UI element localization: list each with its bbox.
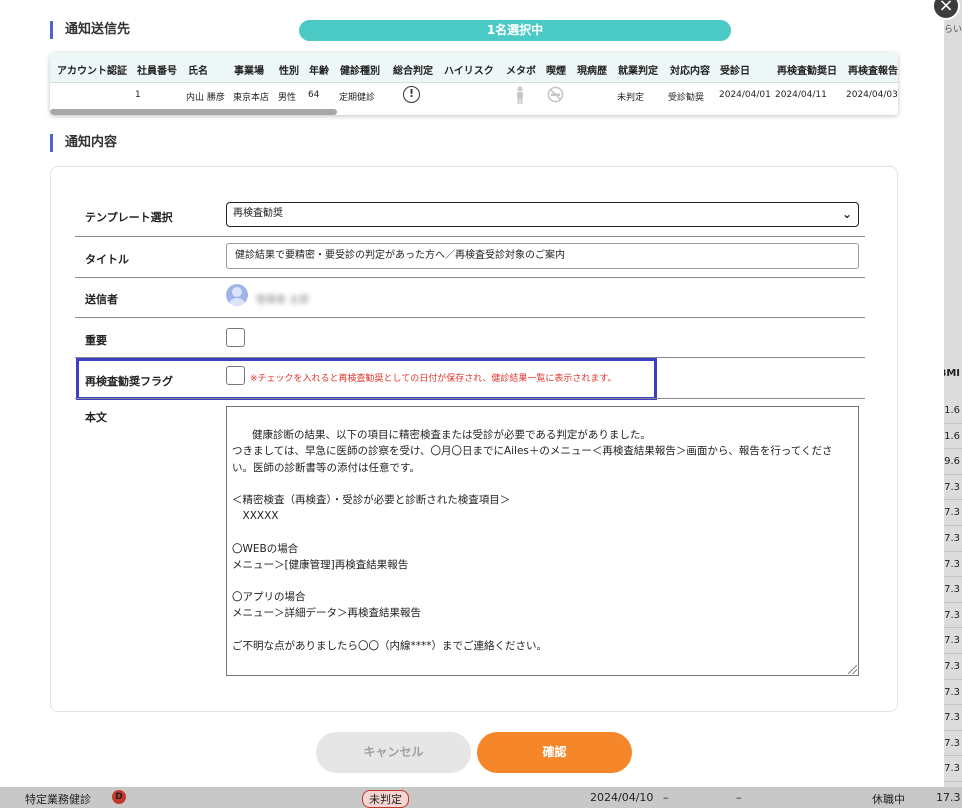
bmi-cell: 7.3 bbox=[942, 526, 962, 552]
column-header[interactable]: 健診種別 bbox=[340, 62, 380, 77]
recipients-table: アカウント認証 社員番号 氏名 事業場 性別 年齢 健診種別 総合判定 ハイリス… bbox=[50, 53, 898, 115]
recipients-section-title: 通知送信先 bbox=[50, 21, 130, 39]
bmi-cell: 7.3 bbox=[942, 577, 962, 603]
bmi-cell: 1.6 bbox=[942, 424, 962, 450]
divider bbox=[75, 398, 865, 399]
title-input[interactable]: 健診結果で要精密・要受診の判定があった方へ／再検査受診対象のご案内 bbox=[226, 243, 859, 269]
alert-icon: ! bbox=[403, 86, 420, 103]
column-header[interactable]: 総合判定 bbox=[393, 62, 433, 77]
background-bmi-column: 1.6 1.6 9.6 7.3 7.3 7.3 7.3 7.3 7.3 7.3 … bbox=[942, 398, 962, 782]
body-text: 健康診断の結果、以下の項目に精密検査または受診が必要である判定がありました。 つ… bbox=[232, 429, 833, 652]
bg-dash: – bbox=[663, 791, 669, 804]
column-header[interactable]: 現病歴 bbox=[577, 62, 607, 77]
horizontal-scrollbar[interactable] bbox=[50, 109, 337, 115]
bmi-cell: 7.3 bbox=[942, 756, 962, 782]
sender-label: 送信者 bbox=[85, 293, 118, 306]
column-header[interactable]: 氏名 bbox=[188, 62, 208, 77]
background-bottom-row: 特定業務健診 D 未判定 2024/04/10 – – 休職中 17.3 bbox=[0, 787, 962, 808]
bmi-cell: 7.3 bbox=[942, 705, 962, 731]
cell-recheck-date: 2024/04/11 bbox=[775, 90, 827, 100]
important-label: 重要 bbox=[85, 334, 107, 347]
resize-handle-icon[interactable] bbox=[848, 665, 857, 674]
cell-gender: 男性 bbox=[278, 93, 297, 103]
notification-modal: 通知送信先 1名選択中 アカウント認証 社員番号 氏名 事業場 性別 年齢 健診… bbox=[0, 0, 944, 787]
chevron-down-icon: ⌄ bbox=[841, 207, 852, 221]
bg-bmi: 17.3 bbox=[936, 791, 961, 804]
bg-exam-name: 特定業務健診 bbox=[25, 793, 91, 806]
column-header[interactable]: 年齢 bbox=[309, 62, 329, 77]
recheck-flag-note: ※チェックを入れると再検査勧奨としての日付が保存され、健診結果一覧に表示されます… bbox=[250, 374, 617, 384]
template-label: テンプレート選択 bbox=[85, 211, 173, 224]
recheck-flag-label: 再検査勧奨フラグ bbox=[85, 375, 173, 388]
divider bbox=[75, 236, 865, 237]
cell-work-judgement: 未判定 bbox=[617, 93, 645, 103]
column-header[interactable]: 再検査報告 bbox=[848, 62, 898, 77]
avatar bbox=[226, 284, 248, 306]
column-header[interactable]: 事業場 bbox=[234, 62, 264, 77]
no-smoking-icon bbox=[547, 86, 564, 103]
selected-count-badge: 1名選択中 bbox=[299, 20, 731, 41]
bmi-cell: 7.3 bbox=[942, 500, 962, 526]
bmi-cell: 7.3 bbox=[942, 680, 962, 706]
divider bbox=[75, 277, 865, 278]
title-label: タイトル bbox=[85, 253, 129, 266]
body-label: 本文 bbox=[85, 411, 107, 424]
cancel-button[interactable]: キャンセル bbox=[316, 732, 471, 773]
person-icon bbox=[517, 86, 523, 104]
cell-name: 内山 勝彦 bbox=[186, 93, 225, 103]
sender-name: 管理者 太郎 bbox=[256, 295, 310, 306]
bmi-cell: 7.3 bbox=[942, 628, 962, 654]
cell-action: 受診勧奨 bbox=[668, 93, 705, 103]
content-section-title: 通知内容 bbox=[50, 134, 117, 152]
cell-recheck-report: 2024/04/03 bbox=[846, 90, 898, 100]
bmi-cell: 7.3 bbox=[942, 603, 962, 629]
notification-form: テンプレート選択 再検査勧奨 ⌄ タイトル 健診結果で要精密・要受診の判定があっ… bbox=[50, 166, 898, 712]
bg-leave-status: 休職中 bbox=[872, 793, 905, 806]
column-header[interactable]: 社員番号 bbox=[137, 62, 177, 77]
bg-date: 2024/04/10 bbox=[590, 791, 654, 804]
column-header[interactable]: メタボ bbox=[506, 62, 536, 77]
column-header[interactable]: 就業判定 bbox=[618, 62, 658, 77]
cell-exam-date: 2024/04/01 bbox=[719, 90, 771, 100]
bmi-cell: 7.3 bbox=[942, 731, 962, 757]
divider bbox=[75, 317, 865, 318]
bmi-cell: 7.3 bbox=[942, 475, 962, 501]
bmi-cell: 7.3 bbox=[942, 654, 962, 680]
template-select-value: 再検査勧奨 bbox=[233, 208, 283, 219]
column-header[interactable]: 性別 bbox=[279, 62, 299, 77]
cell-age: 64 bbox=[308, 90, 320, 100]
bg-dash: – bbox=[736, 791, 742, 804]
bmi-cell: 7.3 bbox=[942, 552, 962, 578]
bg-status-badge: 未判定 bbox=[362, 790, 409, 808]
recheck-flag-checkbox[interactable] bbox=[226, 366, 245, 385]
column-header[interactable]: 対応内容 bbox=[670, 62, 710, 77]
template-select[interactable]: 再検査勧奨 ⌄ bbox=[226, 202, 859, 227]
bmi-cell: 9.6 bbox=[942, 449, 962, 475]
column-header[interactable]: 受診日 bbox=[720, 62, 750, 77]
cell-office: 東京本店 bbox=[233, 93, 270, 103]
cell-exam-type: 定期健診 bbox=[339, 93, 376, 103]
bg-d-badge: D bbox=[112, 790, 126, 804]
body-textarea[interactable]: 健康診断の結果、以下の項目に精密検査または受診が必要である判定がありました。 つ… bbox=[226, 406, 859, 676]
important-checkbox[interactable] bbox=[226, 328, 245, 347]
column-header[interactable]: ハイリスク bbox=[444, 62, 494, 77]
cell-employee-no: 1 bbox=[135, 90, 141, 100]
column-header[interactable]: 再検査勧奨日 bbox=[777, 62, 837, 77]
column-header[interactable]: アカウント認証 bbox=[57, 62, 127, 77]
background-top-text: らい bbox=[943, 25, 962, 35]
column-header[interactable]: 喫煙 bbox=[546, 62, 566, 77]
confirm-button[interactable]: 確認 bbox=[477, 732, 632, 773]
bmi-cell: 1.6 bbox=[942, 398, 962, 424]
